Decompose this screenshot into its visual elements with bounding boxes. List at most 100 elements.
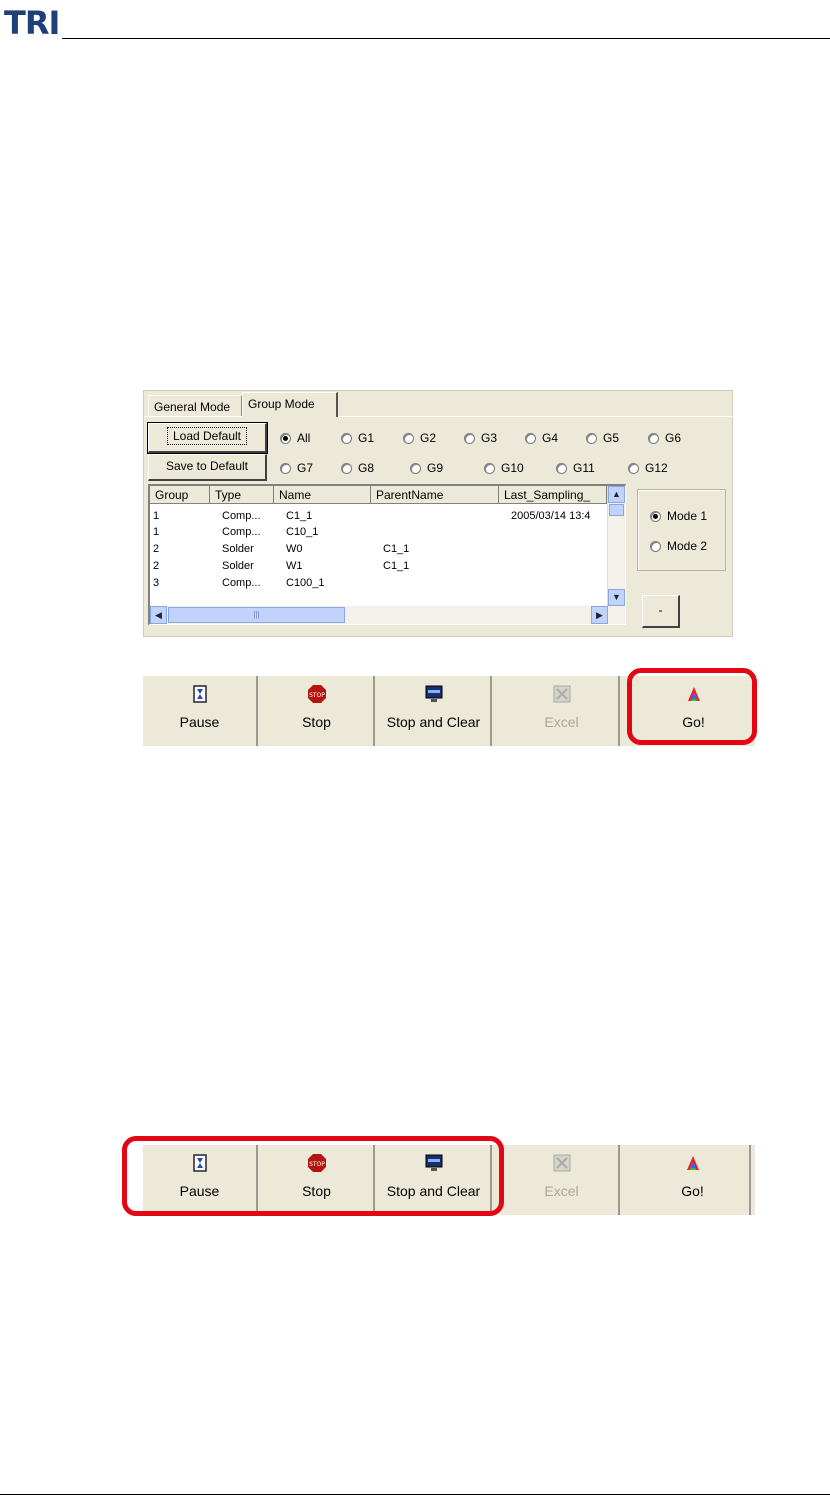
cell-name: W1: [286, 560, 303, 572]
radio-dot: [403, 433, 414, 444]
footer-rule: [0, 1494, 830, 1495]
cell-name: C1_1: [286, 510, 313, 522]
radio-g10[interactable]: G10: [484, 460, 524, 476]
cell-last-sampling: [511, 525, 603, 539]
radio-label: G10: [501, 461, 524, 475]
radio-dot: [280, 463, 291, 474]
column-header-type[interactable]: Type: [210, 486, 274, 504]
column-header-last-sampling[interactable]: Last_Sampling_: [499, 486, 607, 504]
cell-last-sampling: [511, 542, 603, 556]
radio-dot: [628, 463, 639, 474]
pause-button[interactable]: Pause: [143, 676, 258, 746]
cell-name: C100_1: [286, 577, 325, 589]
cell-type: Comp...: [222, 577, 261, 589]
radio-g2[interactable]: G2: [403, 430, 436, 446]
vertical-scrollbar[interactable]: ▲ ▼: [607, 486, 625, 606]
radio-dot-selected: [650, 511, 661, 522]
column-header-parentname[interactable]: ParentName: [371, 486, 499, 504]
radio-label: G2: [420, 431, 437, 445]
horizontal-scrollbar[interactable]: ◀ ||| ▶: [150, 606, 625, 624]
radio-all[interactable]: All: [280, 430, 310, 446]
column-header-name[interactable]: Name: [274, 486, 371, 504]
radio-mode-1[interactable]: Mode 1: [650, 508, 707, 524]
scroll-up-icon[interactable]: ▲: [608, 486, 625, 503]
radio-g8[interactable]: G8: [341, 460, 374, 476]
radio-g3[interactable]: G3: [464, 430, 497, 446]
excel-button[interactable]: Excel: [505, 676, 620, 746]
radio-g11[interactable]: G11: [556, 460, 595, 476]
cell-last-sampling: [511, 559, 603, 573]
cell-parentname: [383, 509, 493, 523]
cell-type: Solder: [222, 560, 254, 572]
radio-g12[interactable]: G12: [628, 460, 668, 476]
radio-label: G11: [573, 461, 595, 475]
excel-label: Excel: [544, 1183, 579, 1199]
go-icon: [686, 1156, 699, 1170]
pause-stop-highlight-frame: [122, 1136, 504, 1216]
radio-label: Mode 2: [667, 539, 708, 553]
radio-g9[interactable]: G9: [410, 460, 443, 476]
radio-g1[interactable]: G1: [341, 430, 374, 446]
tab-group-mode[interactable]: Group Mode: [242, 392, 338, 417]
monitor-icon: [425, 685, 442, 702]
radio-label: G5: [603, 431, 620, 445]
radio-label: All: [297, 431, 311, 445]
radio-label: G12: [645, 461, 668, 475]
radio-label: G7: [297, 461, 314, 475]
radio-label: Mode 1: [667, 509, 708, 523]
load-default-button[interactable]: Load Default: [147, 422, 268, 454]
pause-label: Pause: [179, 714, 220, 730]
header-rule: [62, 38, 830, 39]
horizontal-scroll-thumb[interactable]: |||: [168, 607, 345, 623]
radio-dot: [484, 463, 495, 474]
radio-dot: [586, 433, 597, 444]
go-label: Go!: [681, 1183, 704, 1199]
radio-g4[interactable]: G4: [525, 430, 558, 446]
cell-type: Comp...: [222, 526, 261, 538]
stop-and-clear-label: Stop and Clear: [386, 714, 481, 730]
cell-group: 2: [153, 543, 160, 555]
stop-sign-icon: STOP: [307, 685, 326, 703]
cell-group: 1: [153, 510, 160, 522]
tab-divider: [144, 416, 734, 417]
cell-parentname: [383, 576, 493, 590]
scroll-right-icon[interactable]: ▶: [591, 606, 608, 624]
radio-label: G4: [542, 431, 559, 445]
radio-dot-selected: [280, 433, 291, 444]
radio-g7[interactable]: G7: [280, 460, 313, 476]
radio-dot: [341, 463, 352, 474]
radio-mode-2[interactable]: Mode 2: [650, 538, 707, 554]
radio-label: G9: [427, 461, 444, 475]
radio-label: G1: [358, 431, 375, 445]
cell-name: W0: [286, 543, 303, 555]
excel-label: Excel: [544, 714, 579, 730]
group-list-table[interactable]: Group Type Name ParentName Last_Sampling…: [148, 484, 626, 625]
hourglass-icon: [192, 685, 207, 703]
dash-button[interactable]: -: [642, 595, 680, 628]
column-header-group[interactable]: Group: [150, 486, 210, 504]
excel-icon: [553, 1154, 570, 1172]
stop-and-clear-button[interactable]: Stop and Clear: [377, 676, 492, 746]
radio-label: G8: [358, 461, 375, 475]
stop-button[interactable]: STOP Stop: [260, 676, 375, 746]
radio-label: G6: [665, 431, 682, 445]
radio-g6[interactable]: G6: [648, 430, 681, 446]
radio-dot: [648, 433, 659, 444]
scroll-down-icon[interactable]: ▼: [608, 589, 625, 606]
svg-text:STOP: STOP: [309, 692, 325, 699]
scroll-left-icon[interactable]: ◀: [150, 606, 167, 624]
cell-parentname: C1_1: [383, 560, 410, 572]
radio-g5[interactable]: G5: [586, 430, 619, 446]
save-to-default-button[interactable]: Save to Default: [148, 454, 267, 481]
radio-dot: [525, 433, 536, 444]
vertical-scroll-thumb[interactable]: [609, 504, 624, 516]
mode-group: Mode 1 Mode 2: [637, 489, 726, 571]
cell-type: Solder: [222, 543, 254, 555]
cell-group: 2: [153, 560, 160, 572]
go-button[interactable]: Go!: [636, 1145, 751, 1215]
radio-dot: [464, 433, 475, 444]
excel-button[interactable]: Excel: [505, 1145, 620, 1215]
cell-group: 1: [153, 526, 160, 538]
tri-logo: TRI: [4, 4, 60, 42]
tab-general-mode[interactable]: General Mode: [148, 395, 242, 417]
